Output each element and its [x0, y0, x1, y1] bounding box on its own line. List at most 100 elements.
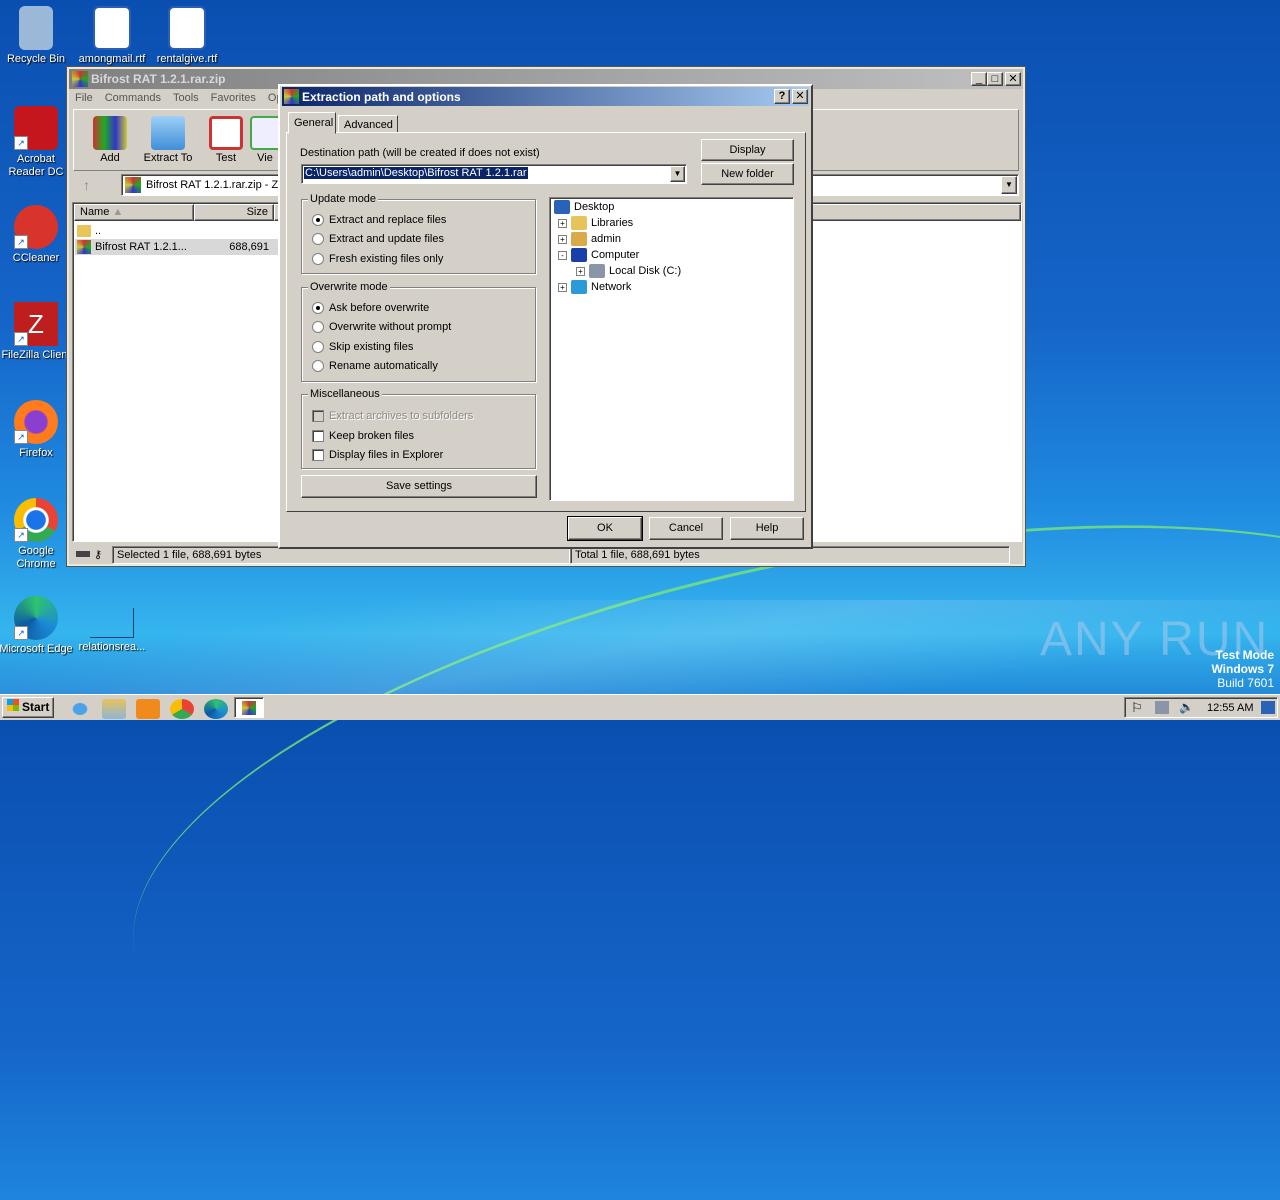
desktop-icon-amongmail[interactable]: amongmail.rtf [74, 6, 150, 66]
tab-panel: Destination path (will be created if doe… [286, 132, 806, 512]
dialog-title-bar[interactable]: Extraction path and options ? ✕ [282, 87, 809, 106]
recycle-bin-icon [19, 6, 53, 50]
chrome-icon: ↗ [14, 498, 58, 542]
firefox-icon: ↗ [14, 400, 58, 444]
destination-path-combobox[interactable]: C:\Users\admin\Desktop\Bifrost RAT 1.2.1… [301, 164, 687, 184]
desktop-icon-rentalgive[interactable]: rentalgive.rtf [149, 6, 225, 66]
folder-up-icon [77, 225, 91, 237]
column-header-name[interactable]: Name ▲ [74, 204, 194, 221]
desktop-icon-acrobat[interactable]: ↗ Acrobat Reader DC [0, 106, 74, 179]
archive-icon [125, 177, 141, 193]
menu-file[interactable]: File [75, 92, 93, 104]
desktop-icon [554, 200, 570, 214]
tab-advanced[interactable]: Advanced [338, 115, 398, 133]
file-icon [90, 608, 134, 638]
file-row-parent[interactable]: .. [77, 223, 277, 239]
taskbar-ie-icon[interactable] [68, 699, 92, 719]
start-button[interactable]: Start [2, 697, 54, 718]
menu-commands[interactable]: Commands [105, 92, 161, 104]
up-button[interactable]: ↑ [83, 177, 90, 193]
desktop-icon-relationsrea[interactable]: relationsrea... [74, 608, 150, 654]
show-desktop-icon[interactable] [1261, 701, 1275, 714]
desktop-icon-ccleaner[interactable]: ↗ CCleaner [0, 205, 74, 265]
menu-favorites[interactable]: Favorites [211, 92, 256, 104]
toolbar-add-button[interactable]: Add [80, 110, 140, 164]
clock[interactable]: 12:55 AM [1207, 702, 1253, 714]
radio-rename-automatically[interactable]: Rename automatically [312, 360, 438, 372]
overwrite-mode-group: Overwrite mode Ask before overwrite Over… [301, 281, 536, 382]
radio-extract-update[interactable]: Extract and update files [312, 233, 444, 245]
os-info: Test Mode Windows 7 Build 7601 [1211, 648, 1274, 690]
dialog-help-button[interactable]: ? [774, 89, 790, 104]
checkbox-display-in-explorer[interactable]: Display files in Explorer [312, 449, 443, 461]
new-folder-button[interactable]: New folder [701, 163, 794, 185]
menu-tools[interactable]: Tools [173, 92, 199, 104]
disk-drive-icon [589, 264, 605, 278]
ok-button[interactable]: OK [567, 516, 643, 541]
desktop-icon-edge[interactable]: ↗ Microsoft Edge [0, 596, 74, 656]
radio-fresh-existing[interactable]: Fresh existing files only [312, 253, 443, 265]
radio-extract-replace[interactable]: Extract and replace files [312, 214, 446, 226]
file-row[interactable]: Bifrost RAT 1.2.1... 688,691 [75, 239, 279, 255]
tree-item-network[interactable]: + Network [558, 280, 631, 294]
desktop-icon-chrome[interactable]: ↗ Google Chrome [0, 498, 74, 571]
winrar-app-icon [72, 71, 88, 87]
expand-icon[interactable]: + [558, 234, 567, 244]
radio-skip-existing[interactable]: Skip existing files [312, 341, 413, 353]
toolbar-view-button[interactable]: Vie [250, 110, 280, 164]
network-warning-icon[interactable] [1155, 701, 1169, 714]
desktop-icon-firefox[interactable]: ↗ Firefox [0, 400, 74, 460]
add-archive-icon [93, 116, 127, 150]
minimize-button[interactable]: _ [971, 72, 987, 86]
word-document-icon [93, 6, 131, 50]
taskbar-explorer-icon[interactable] [102, 699, 126, 719]
action-center-flag-icon[interactable]: ⚐ [1131, 700, 1143, 716]
volume-icon[interactable]: 🔈 [1179, 700, 1194, 714]
toolbar-extract-to-button[interactable]: Extract To [138, 110, 198, 164]
winrar-icon [242, 701, 256, 715]
display-button[interactable]: Display [701, 139, 794, 161]
folder-tree[interactable]: Desktop + Libraries + admin - Computer + Loc… [549, 197, 794, 501]
taskbar-media-player-icon[interactable] [136, 699, 160, 719]
expand-icon[interactable]: + [576, 266, 585, 276]
update-mode-group: Update mode Extract and replace files Ex… [301, 193, 536, 274]
key-icon: ⚷ [94, 549, 103, 561]
desktop-icon-filezilla[interactable]: Z ↗ FileZilla Client [0, 302, 74, 362]
drive-icon [76, 551, 90, 557]
taskbar-edge-icon[interactable] [204, 699, 228, 719]
folder-icon [151, 116, 185, 150]
tab-general[interactable]: General [288, 112, 336, 134]
toolbar-test-button[interactable]: Test [196, 110, 256, 164]
tree-item-desktop[interactable]: Desktop [554, 200, 614, 214]
help-button[interactable]: Help [730, 517, 804, 540]
close-button[interactable]: ✕ [1005, 72, 1021, 86]
tree-item-libraries[interactable]: + Libraries [558, 216, 633, 230]
address-dropdown-button[interactable]: ▼ [1001, 176, 1017, 194]
network-icon [571, 280, 587, 294]
tree-item-admin[interactable]: + admin [558, 232, 621, 246]
sort-ascending-icon: ▲ [112, 206, 124, 218]
extraction-dialog: Extraction path and options ? ✕ General … [278, 84, 813, 549]
desktop-icon-recycle-bin[interactable]: Recycle Bin [0, 6, 74, 66]
expand-icon[interactable]: + [558, 218, 567, 228]
maximize-button[interactable]: □ [987, 72, 1003, 86]
collapse-icon[interactable]: - [558, 250, 567, 260]
radio-overwrite-without-prompt[interactable]: Overwrite without prompt [312, 321, 451, 333]
word-document-icon [168, 6, 206, 50]
path-dropdown-button[interactable]: ▼ [670, 166, 685, 182]
system-tray: ⚐ 🔈 12:55 AM [1124, 697, 1278, 718]
edge-icon: ↗ [14, 596, 58, 640]
dialog-close-button[interactable]: ✕ [792, 89, 808, 104]
cancel-button[interactable]: Cancel [649, 517, 723, 540]
expand-icon[interactable]: + [558, 282, 567, 292]
tree-item-local-disk[interactable]: + Local Disk (C:) [576, 264, 681, 278]
taskbar-chrome-icon[interactable] [170, 699, 194, 719]
checkbox-keep-broken-files[interactable]: Keep broken files [312, 430, 414, 442]
save-settings-button[interactable]: Save settings [301, 475, 537, 498]
taskbar-winrar-button[interactable] [234, 697, 264, 718]
tree-item-computer[interactable]: - Computer [558, 248, 639, 262]
radio-ask-before-overwrite[interactable]: Ask before overwrite [312, 302, 429, 314]
acrobat-icon: ↗ [14, 106, 58, 150]
column-header-size[interactable]: Size [194, 204, 274, 221]
archive-file-icon [77, 240, 91, 254]
